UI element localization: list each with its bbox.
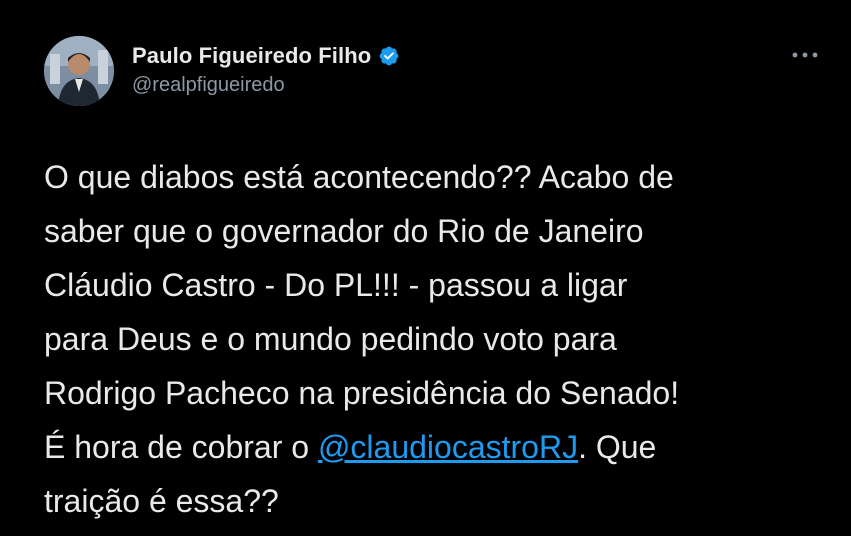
mention-link[interactable]: @claudiocastroRJ (318, 429, 578, 465)
tweet-text-segment: . Que (578, 429, 657, 465)
tweet-text-line: Cláudio Castro - Do PL!!! - passou a lig… (44, 267, 628, 303)
more-options-button[interactable] (788, 46, 822, 64)
author-handle[interactable]: @realpfigueiredo (132, 74, 400, 97)
author-display-name[interactable]: Paulo Figueiredo Filho (132, 43, 371, 69)
tweet-text-line: traição é essa?? (44, 483, 279, 519)
verified-badge-icon (378, 45, 400, 67)
more-horizontal-icon (792, 52, 818, 58)
tweet-text-line: Rodrigo Pacheco na presidência do Senado… (44, 375, 680, 411)
tweet-text-line: É hora de cobrar o @claudiocastroRJ. Que (44, 420, 834, 474)
tweet-card: Paulo Figueiredo Filho @realpfigueiredo … (0, 0, 851, 536)
author-block: Paulo Figueiredo Filho @realpfigueiredo (132, 40, 400, 97)
tweet-text-line: para Deus e o mundo pedindo voto para (44, 321, 617, 357)
tweet-text-line: O que diabos está acontecendo?? Acabo de (44, 159, 674, 195)
tweet-text-line: saber que o governador do Rio de Janeiro (44, 213, 644, 249)
user-photo-icon (44, 36, 114, 106)
author-name-row: Paulo Figueiredo Filho (132, 40, 400, 72)
author-avatar[interactable] (44, 36, 114, 106)
tweet-text: O que diabos está acontecendo?? Acabo de… (44, 150, 834, 528)
tweet-text-segment: É hora de cobrar o (44, 429, 318, 465)
